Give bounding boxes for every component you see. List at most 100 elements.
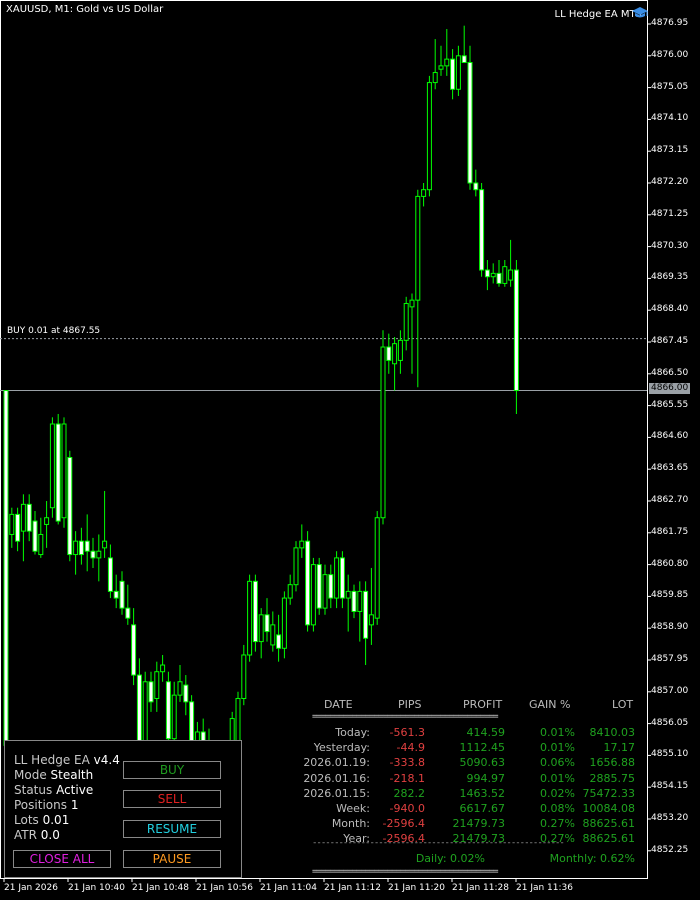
stats-cell-profit: 994.97 [466,771,506,785]
candle-body-bear [78,540,84,556]
status-value: Active [56,783,94,797]
sell-button[interactable]: SELL [123,790,221,808]
candle [55,413,61,525]
candle-body-bull [299,540,305,549]
candle-body-bull [177,681,183,696]
price-axis-label: 4853.20 [651,813,689,823]
candle-body-bull [73,540,79,556]
stats-cell-profit: 5090.63 [459,756,506,770]
stats-cell-lot: 17.17 [603,741,636,755]
candle-body-bull [44,517,50,525]
candle-body-bull [9,513,15,535]
stats-cell-gain: 0.01% [540,771,575,785]
time-axis-label: 21 Jan 10:40 [68,883,125,893]
candle-body-bear [136,674,142,750]
stats-cell-pips: -218.1 [389,771,425,785]
positions-label: Positions [14,798,67,812]
candle-body-bull [392,343,398,365]
candle-body-bear [467,61,473,184]
stats-separator-bottom: ========================================… [312,867,499,877]
price-axis-label: 4862.70 [651,495,689,505]
candle-body-bull [357,590,363,612]
candle-body-bear [450,58,456,90]
stats-cell-profit: 1463.52 [459,786,506,800]
candle [467,45,473,190]
candle-body-bull [409,299,415,308]
candle-body-bull [160,664,166,673]
candle-body-bear [107,557,113,592]
candle-body-bull [421,189,427,197]
candle-body-bear [165,681,171,740]
atr-row: ATR 0.0 [14,828,60,842]
candle-body-bull [444,58,450,67]
time-axis-label: 21 Jan 2026 [4,883,58,893]
close-all-button[interactable]: CLOSE ALL [13,850,111,868]
candle [3,390,9,753]
candle-body-bull [270,624,276,646]
stats-cell-gain: 0.27% [540,817,575,831]
candle-body-bull [322,574,328,609]
candle-body-bull [502,266,508,284]
price-axis-label: 4860.80 [651,558,689,569]
position-label: BUY 0.01 at 4867.55 [7,326,101,336]
price-axis-label: 4856.05 [651,717,689,728]
candle-body-bull [508,269,514,281]
buy-button[interactable]: BUY [123,761,221,779]
candle-body-bear [32,520,38,552]
candle-body-bear [67,456,73,556]
monthly-gain: Monthly: 0.62% [549,852,635,865]
stats-cell-gain: 0.01% [540,726,575,739]
time-axis-label: 21 Jan 11:04 [260,883,317,893]
candle-body-bear [119,580,125,609]
stats-cell-gain: 0.02% [540,786,575,800]
candle-body-bull [102,540,108,549]
stats-cell-pips: -940.0 [389,802,425,815]
candle-body-bull [247,580,253,656]
candle-body-bull [310,564,316,626]
stats-header-pips: PIPS [398,698,422,711]
candle-body-bull [455,55,461,90]
candle-body-bear [484,269,490,278]
stats-cell-date: Yesterday: [313,741,370,755]
candle-body-bear [473,182,479,191]
candle-body-bull [241,654,247,699]
candle [316,557,322,615]
candle-body-bear [252,580,258,643]
price-axis-label: 4854.15 [651,781,689,792]
candle [252,574,258,652]
time-axis-label: 21 Jan 11:12 [324,883,381,893]
candle-body-bear [316,564,322,609]
atr-label: ATR [14,828,37,842]
price-axis-label: 4874.10 [651,113,689,124]
mode-label: Mode [14,768,47,782]
resume-button[interactable]: RESUME [123,820,221,838]
candle-body-bull [345,590,351,599]
candle-body-bear [461,55,467,63]
candle-body-bear [363,590,369,639]
price-axis-label: 4852.25 [651,844,689,855]
candle [426,75,432,197]
stats-cell-profit: 6617.67 [459,802,506,815]
candle-body-bull [96,550,102,559]
price-axis-label: 4855.10 [651,749,689,760]
stats-cell-pips: -2596.4 [382,817,425,831]
candle [513,259,519,414]
pause-button[interactable]: PAUSE [123,850,221,868]
candle-body-bear [386,346,392,361]
candle-body-bull [281,597,287,649]
candle-body-bull [154,671,160,699]
stats-separator-top: ========================================… [312,712,499,722]
stats-cell-pips: 282.2 [393,786,426,800]
price-axis-label: 4858.90 [651,622,689,633]
ea-control-panel: LL Hedge EA v4.4 Mode Stealth Status Act… [4,740,242,878]
candle-body-bear [264,614,270,633]
candle-body-bear [339,557,345,599]
candle-body-bull [334,557,340,599]
ea-name-row: LL Hedge EA v4.4 [14,753,120,767]
time-axis-label: 21 Jan 11:28 [452,883,509,893]
candle-body-bear [351,590,357,612]
candle-body-bull [374,517,380,619]
time-axis-label: 21 Jan 10:56 [196,883,253,893]
stats-dash-separator: ----------------------------------------… [312,838,565,848]
stats-cell-pips: -333.8 [389,756,425,770]
